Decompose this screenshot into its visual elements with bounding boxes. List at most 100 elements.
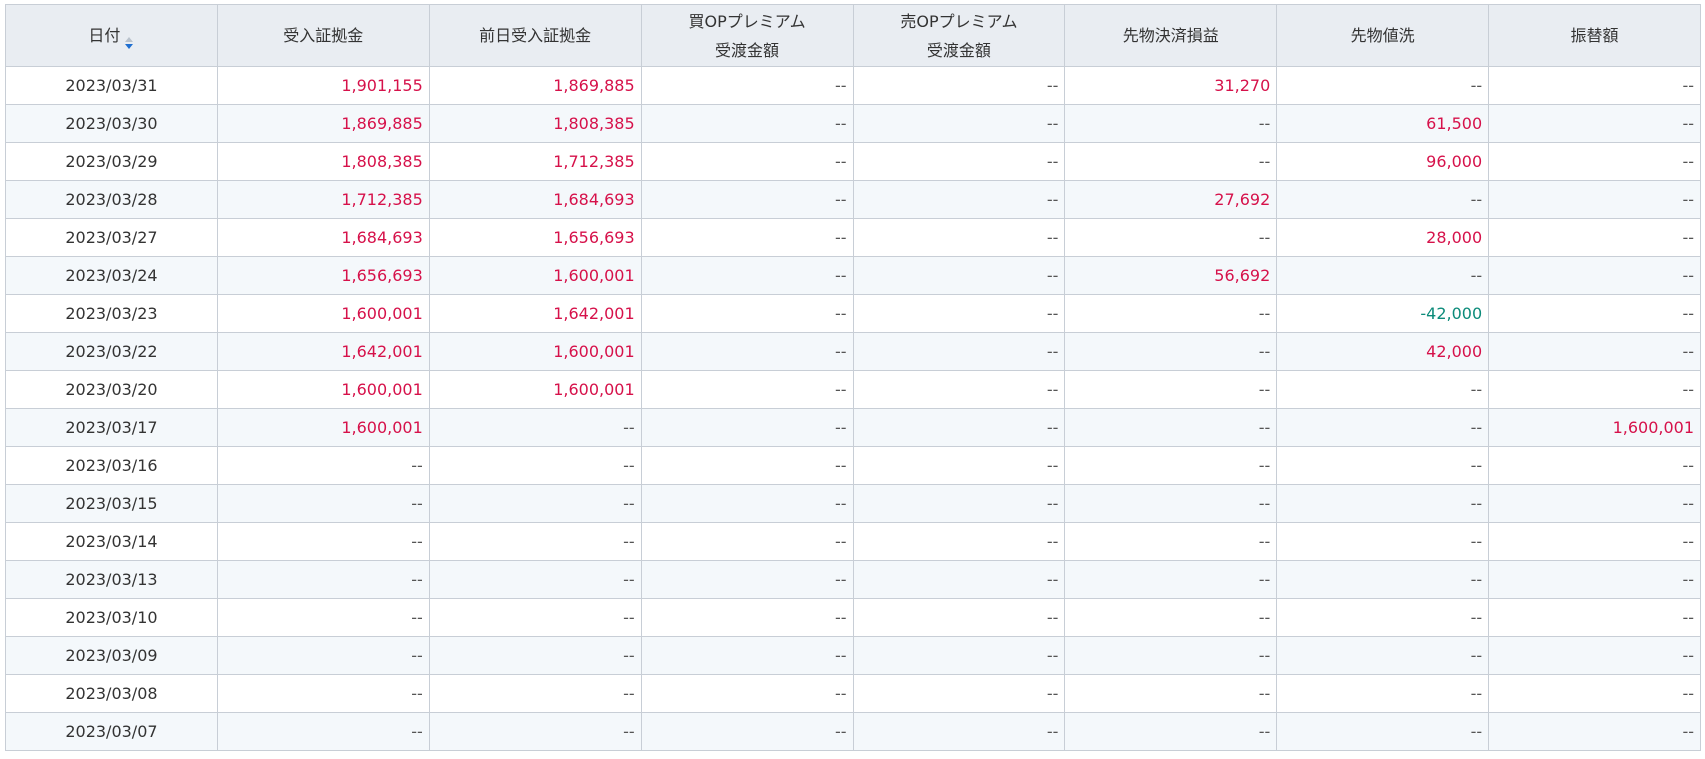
cell-prev-day-margin: 1,600,001: [428, 332, 642, 371]
cell-transfer-amount: --: [1488, 332, 1701, 371]
cell-date: 2023/03/27: [5, 218, 218, 257]
column-header-label: 先物値洗: [1350, 26, 1415, 45]
cell-received-margin: --: [216, 598, 430, 637]
cell-transfer-amount: --: [1488, 674, 1701, 713]
cell-futures-settlement-pl: --: [1064, 370, 1278, 409]
cell-date: 2023/03/29: [5, 142, 218, 181]
cell-received-margin: 1,869,885: [216, 104, 430, 143]
cell-received-margin: 1,808,385: [216, 142, 430, 181]
cell-prev-day-margin: --: [428, 446, 642, 485]
cell-sell-op-premium: --: [852, 104, 1066, 143]
cell-received-margin: 1,901,155: [216, 66, 430, 105]
cell-sell-op-premium: --: [852, 484, 1066, 523]
cell-sell-op-premium: --: [852, 560, 1066, 599]
cell-date: 2023/03/08: [5, 674, 218, 713]
cell-date: 2023/03/09: [5, 636, 218, 675]
cell-futures-mark-to-market: --: [1276, 712, 1490, 751]
cell-futures-mark-to-market: --: [1276, 256, 1490, 295]
cell-transfer-amount: --: [1488, 256, 1701, 295]
table-row: 2023/03/23 1,600,001 1,642,001 -- -- -- -42,00…: [5, 294, 1701, 333]
cell-transfer-amount: --: [1488, 294, 1701, 333]
cell-prev-day-margin: --: [428, 712, 642, 751]
cell-transfer-amount: --: [1488, 712, 1701, 751]
column-header-sell-op-premium: 売OPプレミアム 受渡金額: [852, 4, 1066, 67]
cell-transfer-amount: --: [1488, 66, 1701, 105]
cell-futures-settlement-pl: --: [1064, 142, 1278, 181]
margin-history-table: 日付 受入証拠金 前日受入証拠金 買OPプレミアム 受渡金額 売OPプレミアム …: [5, 4, 1701, 751]
cell-received-margin: 1,712,385: [216, 180, 430, 219]
cell-date: 2023/03/28: [5, 180, 218, 219]
margin-history-table-container: 日付 受入証拠金 前日受入証拠金 買OPプレミアム 受渡金額 売OPプレミアム …: [5, 4, 1701, 751]
cell-transfer-amount: --: [1488, 522, 1701, 561]
table-row: 2023/03/30 1,869,885 1,808,385 -- -- -- 61,500…: [5, 104, 1701, 143]
cell-futures-mark-to-market: --: [1276, 522, 1490, 561]
table-row: 2023/03/08 -- -- -- -- -- -- --: [5, 674, 1701, 713]
cell-prev-day-margin: --: [428, 484, 642, 523]
cell-date: 2023/03/17: [5, 408, 218, 447]
cell-sell-op-premium: --: [852, 142, 1066, 181]
table-row: 2023/03/28 1,712,385 1,684,693 -- -- 27,692 --…: [5, 180, 1701, 219]
cell-futures-settlement-pl: --: [1064, 104, 1278, 143]
table-row: 2023/03/13 -- -- -- -- -- -- --: [5, 560, 1701, 599]
column-header-label: 日付: [88, 26, 121, 45]
cell-futures-settlement-pl: --: [1064, 332, 1278, 371]
cell-sell-op-premium: --: [852, 598, 1066, 637]
table-row: 2023/03/09 -- -- -- -- -- -- --: [5, 636, 1701, 675]
cell-buy-op-premium: --: [640, 522, 854, 561]
cell-transfer-amount: --: [1488, 370, 1701, 409]
cell-futures-mark-to-market: --: [1276, 484, 1490, 523]
cell-buy-op-premium: --: [640, 408, 854, 447]
cell-sell-op-premium: --: [852, 370, 1066, 409]
cell-prev-day-margin: 1,600,001: [428, 256, 642, 295]
table-body: 2023/03/31 1,901,155 1,869,885 -- -- 31,270 --…: [5, 66, 1701, 751]
cell-futures-settlement-pl: --: [1064, 522, 1278, 561]
table-row: 2023/03/16 -- -- -- -- -- -- --: [5, 446, 1701, 485]
cell-transfer-amount: --: [1488, 598, 1701, 637]
cell-sell-op-premium: --: [852, 180, 1066, 219]
column-header-sublabel: 受渡金額: [926, 40, 991, 60]
column-header-futures-mark-to-market: 先物値洗: [1276, 4, 1490, 67]
cell-sell-op-premium: --: [852, 294, 1066, 333]
sort-desc-icon[interactable]: [124, 30, 134, 49]
cell-transfer-amount: --: [1488, 218, 1701, 257]
cell-buy-op-premium: --: [640, 484, 854, 523]
cell-received-margin: 1,684,693: [216, 218, 430, 257]
cell-buy-op-premium: --: [640, 218, 854, 257]
cell-transfer-amount: --: [1488, 636, 1701, 675]
cell-futures-mark-to-market: 42,000: [1276, 332, 1490, 371]
cell-buy-op-premium: --: [640, 674, 854, 713]
column-header-date[interactable]: 日付: [5, 4, 218, 67]
cell-prev-day-margin: 1,600,001: [428, 370, 642, 409]
cell-sell-op-premium: --: [852, 256, 1066, 295]
cell-transfer-amount: --: [1488, 104, 1701, 143]
cell-date: 2023/03/16: [5, 446, 218, 485]
cell-received-margin: --: [216, 712, 430, 751]
cell-prev-day-margin: 1,808,385: [428, 104, 642, 143]
table-row: 2023/03/17 1,600,001 -- -- -- -- -- 1,600,001: [5, 408, 1701, 447]
cell-sell-op-premium: --: [852, 712, 1066, 751]
cell-buy-op-premium: --: [640, 142, 854, 181]
cell-date: 2023/03/13: [5, 560, 218, 599]
cell-futures-settlement-pl: 27,692: [1064, 180, 1278, 219]
cell-sell-op-premium: --: [852, 408, 1066, 447]
cell-futures-mark-to-market: 61,500: [1276, 104, 1490, 143]
cell-futures-mark-to-market: --: [1276, 370, 1490, 409]
cell-date: 2023/03/07: [5, 712, 218, 751]
cell-buy-op-premium: --: [640, 598, 854, 637]
header-row: 日付 受入証拠金 前日受入証拠金 買OPプレミアム 受渡金額 売OPプレミアム …: [5, 4, 1701, 67]
cell-futures-settlement-pl: 31,270: [1064, 66, 1278, 105]
cell-futures-settlement-pl: --: [1064, 636, 1278, 675]
cell-buy-op-premium: --: [640, 636, 854, 675]
table-row: 2023/03/24 1,656,693 1,600,001 -- -- 56,692 --…: [5, 256, 1701, 295]
table-row: 2023/03/07 -- -- -- -- -- -- --: [5, 712, 1701, 751]
cell-futures-mark-to-market: 96,000: [1276, 142, 1490, 181]
cell-prev-day-margin: 1,642,001: [428, 294, 642, 333]
cell-prev-day-margin: 1,869,885: [428, 66, 642, 105]
table-row: 2023/03/10 -- -- -- -- -- -- --: [5, 598, 1701, 637]
cell-futures-settlement-pl: --: [1064, 218, 1278, 257]
column-header-prev-day-margin: 前日受入証拠金: [428, 4, 642, 67]
cell-received-margin: 1,600,001: [216, 294, 430, 333]
cell-sell-op-premium: --: [852, 218, 1066, 257]
cell-date: 2023/03/10: [5, 598, 218, 637]
cell-futures-settlement-pl: 56,692: [1064, 256, 1278, 295]
